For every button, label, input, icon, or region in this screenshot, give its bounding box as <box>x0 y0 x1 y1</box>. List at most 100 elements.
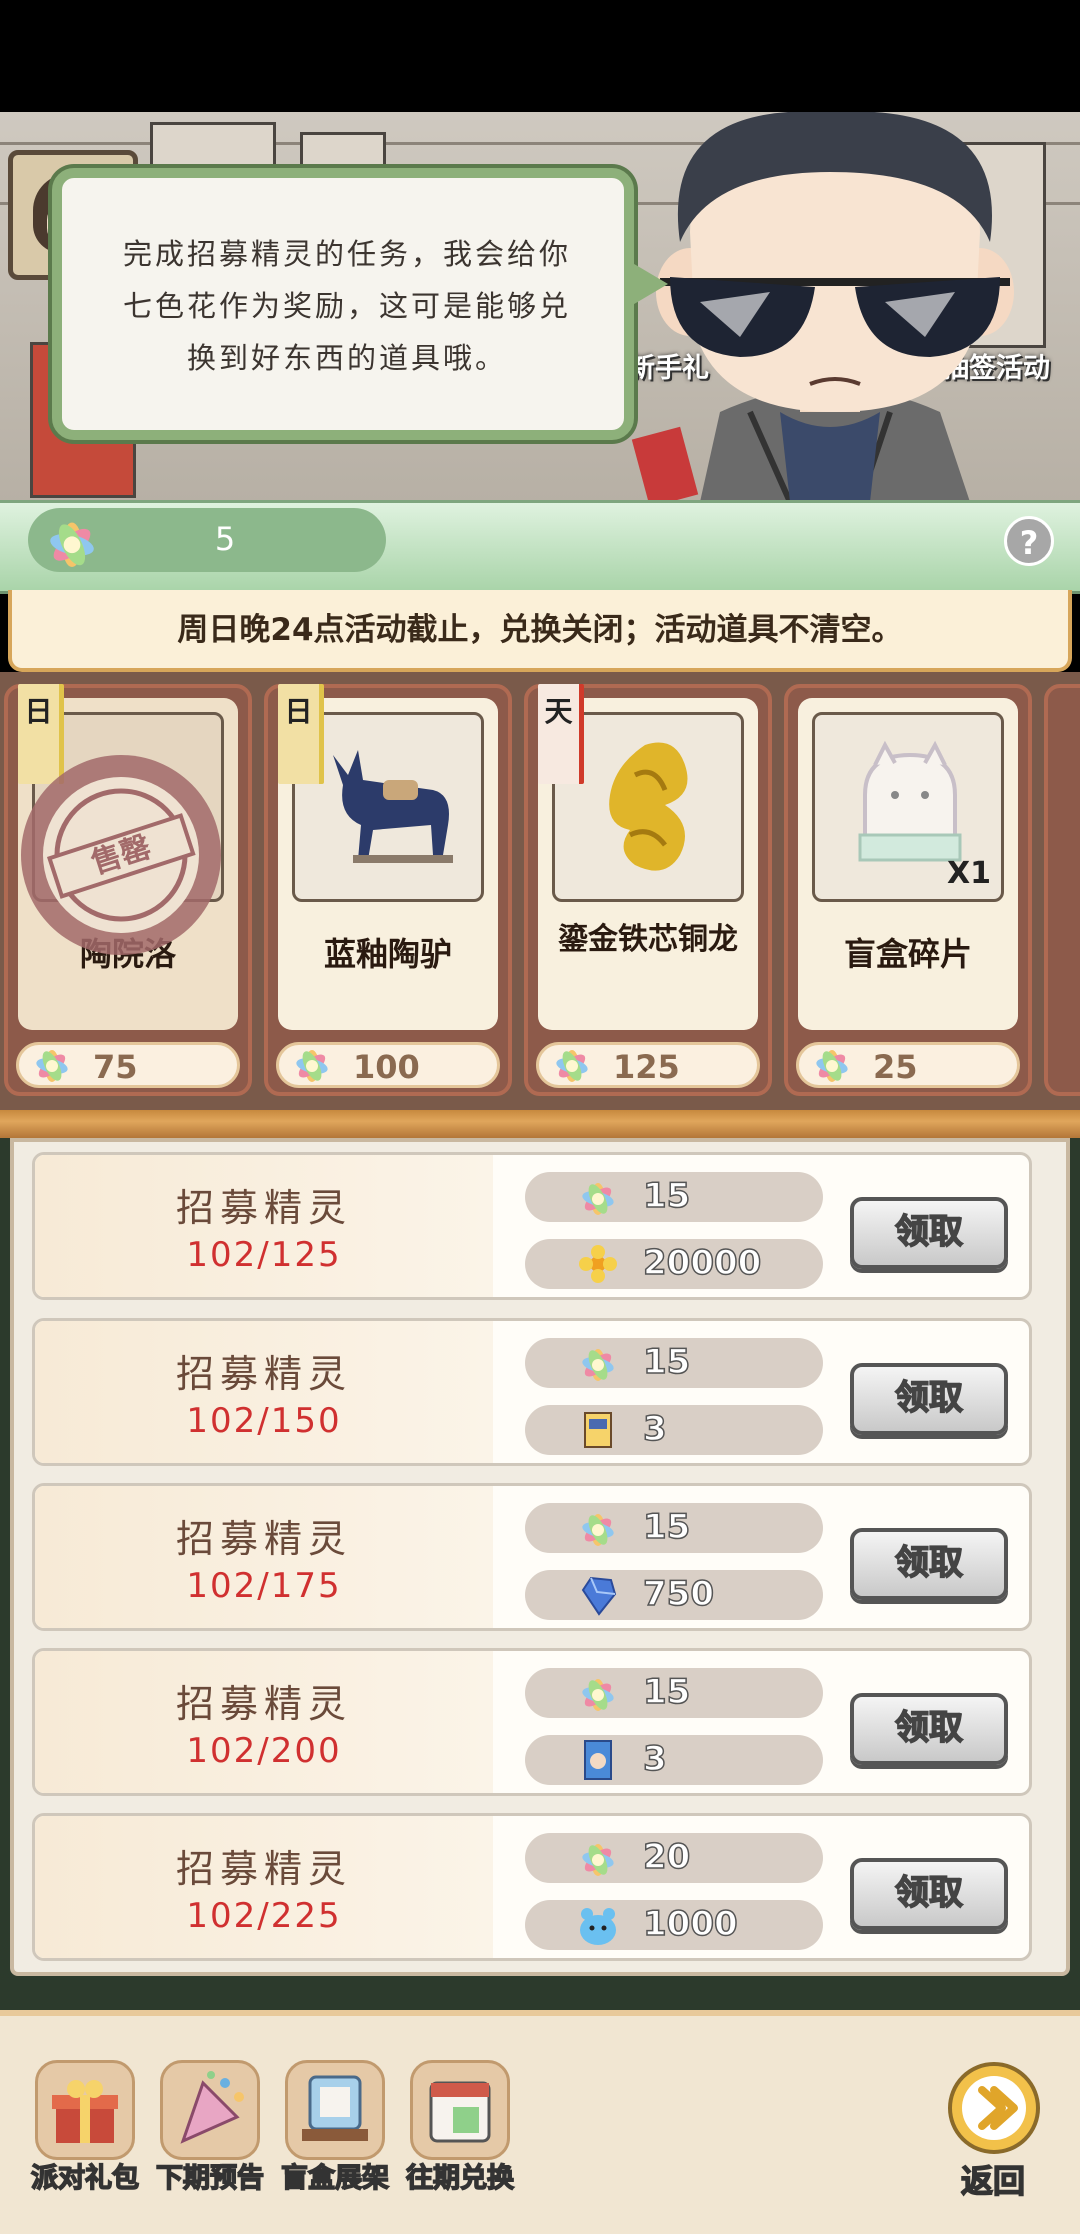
forward-arrow-icon <box>948 2062 1040 2154</box>
tag-label: 日 <box>278 684 324 784</box>
task-progress: 102/125 <box>186 1235 342 1275</box>
reward-value: 15 <box>642 1341 691 1383</box>
reward-value: 15 <box>642 1506 691 1548</box>
seven-color-flower-icon <box>575 1835 621 1881</box>
claim-button[interactable]: 领取 <box>850 1363 1008 1435</box>
seven-color-flower-icon <box>36 1050 68 1082</box>
reward-value: 20 <box>642 1836 691 1878</box>
task-row: 招募精灵 102/150 15 3 领取 <box>32 1318 1032 1466</box>
blue-glazed-donkey-icon <box>333 750 453 863</box>
seven-color-flower-icon <box>556 1050 588 1082</box>
shop-item-price: 100 <box>276 1042 500 1088</box>
past-exchange-button[interactable]: 往期兑换 <box>405 2060 515 2195</box>
reward-item: 3 <box>525 1405 823 1455</box>
ticket-box-icon <box>575 1407 621 1453</box>
sold-out-stamp-icon: 售罄 <box>21 755 221 955</box>
task-info: 招募精灵 102/225 <box>35 1816 493 1958</box>
reward-flower: 15 <box>525 1338 823 1388</box>
shop-item-4[interactable]: X1 盲盒碎片 25 <box>784 684 1032 1096</box>
reward-flower: 20 <box>525 1833 823 1883</box>
reward-value: 750 <box>642 1573 714 1615</box>
shop-item-1[interactable]: 陶院洛 日 售罄 75 <box>4 684 252 1096</box>
wood-divider <box>0 1110 1080 1138</box>
seven-color-flower-icon <box>575 1340 621 1386</box>
back-button[interactable]: 返回 <box>938 2060 1048 2201</box>
reward-value: 1000 <box>642 1903 738 1945</box>
status-bar <box>0 0 1080 112</box>
help-button[interactable]: ? <box>1004 516 1054 566</box>
shop-item-price: 75 <box>16 1042 240 1088</box>
shop-item-name: 蓝釉陶驴 <box>323 935 452 973</box>
reward-flower: 15 <box>525 1668 823 1718</box>
claim-button[interactable]: 领取 <box>850 1858 1008 1930</box>
task-info: 招募精灵 102/175 <box>35 1486 493 1628</box>
shop-item-price: 125 <box>536 1042 760 1088</box>
claim-button[interactable]: 领取 <box>850 1693 1008 1765</box>
task-title: 招募精灵 <box>175 1682 352 1726</box>
seven-color-flower-icon <box>296 1050 328 1082</box>
task-info: 招募精灵 102/150 <box>35 1321 493 1463</box>
back-label: 返回 <box>960 2161 1026 2201</box>
task-progress: 102/200 <box>186 1731 342 1771</box>
task-row: 招募精灵 102/225 20 1000 领取 <box>32 1813 1032 1961</box>
party-popper-icon <box>160 2060 260 2160</box>
exchange-shop: 陶院洛 日 售罄 75 蓝釉陶驴 日 <box>0 672 1080 1110</box>
task-title: 招募精灵 <box>175 1517 352 1561</box>
task-info: 招募精灵 102/200 <box>35 1651 493 1793</box>
flower-coin-icon <box>575 1241 621 1287</box>
task-title: 招募精灵 <box>175 1847 352 1891</box>
price-value: 100 <box>353 1048 420 1086</box>
blind-box-fragment-icon <box>858 740 962 862</box>
task-info: 招募精灵 102/125 <box>35 1155 493 1297</box>
reward-value: 3 <box>642 1738 667 1780</box>
seven-color-flower-icon <box>575 1174 621 1220</box>
seven-color-flower-icon <box>816 1050 848 1082</box>
nav-label: 下期预告 <box>155 2162 265 2195</box>
tag-label: 天 <box>538 684 584 784</box>
claim-button[interactable]: 领取 <box>850 1528 1008 1600</box>
currency-value: 5 <box>214 520 236 558</box>
bubble-line-1: 完成招募精灵的任务，我会给你 <box>122 237 571 271</box>
notice-text: 周日晚24点活动截止，兑换关闭；活动道具不清空。 <box>177 612 903 648</box>
next-preview-button[interactable]: 下期预告 <box>155 2060 265 2195</box>
notice-banner: 周日晚24点活动截止，兑换关闭；活动道具不清空。 <box>8 590 1072 672</box>
claim-button[interactable]: 领取 <box>850 1197 1008 1269</box>
task-title: 招募精灵 <box>175 1186 352 1230</box>
task-title: 招募精灵 <box>175 1352 352 1396</box>
shop-item-3[interactable]: 鎏金铁芯铜龙 天 125 <box>524 684 772 1096</box>
task-row: 招募精灵 102/175 15 750 领取 <box>32 1483 1032 1631</box>
seven-color-flower-icon <box>575 1505 621 1551</box>
task-row: 招募精灵 102/125 15 20000 领取 <box>32 1152 1032 1300</box>
shop-item-name: 盲盒碎片 <box>843 935 972 973</box>
reward-value: 3 <box>642 1408 667 1450</box>
task-progress: 102/175 <box>186 1566 342 1606</box>
task-progress: 102/150 <box>186 1401 342 1441</box>
bubble-line-3: 换到好东西的道具哦。 <box>186 341 507 375</box>
reward-flower: 15 <box>525 1503 823 1553</box>
nav-label: 盲盒展架 <box>280 2162 390 2195</box>
reward-value: 20000 <box>642 1242 762 1284</box>
blue-gem-icon <box>575 1572 621 1618</box>
item-quantity: X1 <box>946 856 991 891</box>
display-shelf-icon <box>285 2060 385 2160</box>
nav-label: 往期兑换 <box>405 2162 515 2195</box>
bottom-shadow <box>0 1976 1080 2010</box>
gift-pack-icon <box>35 2060 135 2160</box>
reward-value: 15 <box>642 1671 691 1713</box>
npc-character <box>631 112 1014 502</box>
reward-value: 15 <box>642 1175 691 1217</box>
reward-item: 20000 <box>525 1239 823 1289</box>
shop-item-5-partial[interactable] <box>1044 684 1080 1096</box>
shop-item-name: 鎏金铁芯铜龙 <box>558 922 738 957</box>
price-value: 75 <box>93 1048 138 1086</box>
reward-item: 3 <box>525 1735 823 1785</box>
blind-box-shelf-button[interactable]: 盲盒展架 <box>280 2060 390 2195</box>
nav-label: 派对礼包 <box>30 2162 140 2195</box>
task-progress: 102/225 <box>186 1896 342 1936</box>
speech-bubble: 完成招募精灵的任务，我会给你 七色花作为奖励，这可是能够兑 换到好东西的道具哦。 <box>52 168 668 440</box>
card-pack-icon <box>575 1737 621 1783</box>
blue-creature-icon <box>575 1902 621 1948</box>
party-gift-pack-button[interactable]: 派对礼包 <box>30 2060 140 2195</box>
reward-flower: 15 <box>525 1172 823 1222</box>
shop-item-2[interactable]: 蓝釉陶驴 日 100 <box>264 684 512 1096</box>
